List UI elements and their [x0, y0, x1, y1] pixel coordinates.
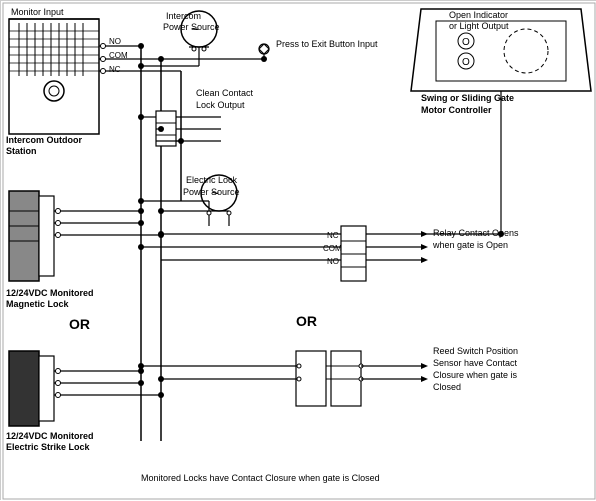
svg-text:Closed: Closed — [433, 382, 461, 392]
svg-text:Clean Contact: Clean Contact — [196, 88, 254, 98]
svg-text:NC: NC — [327, 231, 339, 240]
svg-text:Motor Controller: Motor Controller — [421, 105, 492, 115]
svg-text:Intercom Outdoor: Intercom Outdoor — [6, 135, 82, 145]
svg-text:OR: OR — [296, 313, 317, 329]
svg-text:Power Source: Power Source — [183, 187, 240, 197]
svg-text:Electric Lock: Electric Lock — [186, 175, 238, 185]
svg-text:Station: Station — [6, 146, 37, 156]
svg-text:NO: NO — [327, 257, 339, 266]
svg-text:Sensor have Contact: Sensor have Contact — [433, 358, 518, 368]
svg-text:NO: NO — [109, 37, 121, 46]
svg-text:O: O — [462, 37, 470, 48]
svg-text:NC: NC — [109, 65, 121, 74]
svg-text:12/24VDC Monitored: 12/24VDC Monitored — [6, 431, 94, 441]
svg-text:Electric Strike Lock: Electric Strike Lock — [6, 442, 91, 452]
svg-text:Monitor Input: Monitor Input — [11, 7, 64, 17]
svg-text:Closure when gate is: Closure when gate is — [433, 370, 518, 380]
svg-text:COM: COM — [323, 244, 342, 253]
svg-text:Relay Contact Opens: Relay Contact Opens — [433, 228, 519, 238]
svg-text:Intercom: Intercom — [166, 11, 201, 21]
svg-text:12/24VDC Monitored: 12/24VDC Monitored — [6, 288, 94, 298]
svg-text:Power Source: Power Source — [163, 22, 220, 32]
svg-text:Monitored Locks have Contact C: Monitored Locks have Contact Closure whe… — [141, 473, 380, 483]
svg-text:Open Indicator: Open Indicator — [449, 10, 508, 20]
svg-text:or Light Output: or Light Output — [449, 21, 509, 31]
svg-text:OR: OR — [69, 316, 90, 332]
svg-text:Swing or Sliding Gate: Swing or Sliding Gate — [421, 93, 514, 103]
svg-text:Lock Output: Lock Output — [196, 100, 245, 110]
svg-text:Magnetic Lock: Magnetic Lock — [6, 299, 70, 309]
svg-text:when gate is Open: when gate is Open — [432, 240, 508, 250]
diagram-container: Monitor Input COM NO NC Intercom Outdoor… — [0, 0, 596, 500]
svg-text:O: O — [462, 57, 470, 68]
svg-text:Reed Switch Position: Reed Switch Position — [433, 346, 518, 356]
svg-text:Press to Exit Button Input: Press to Exit Button Input — [276, 39, 378, 49]
